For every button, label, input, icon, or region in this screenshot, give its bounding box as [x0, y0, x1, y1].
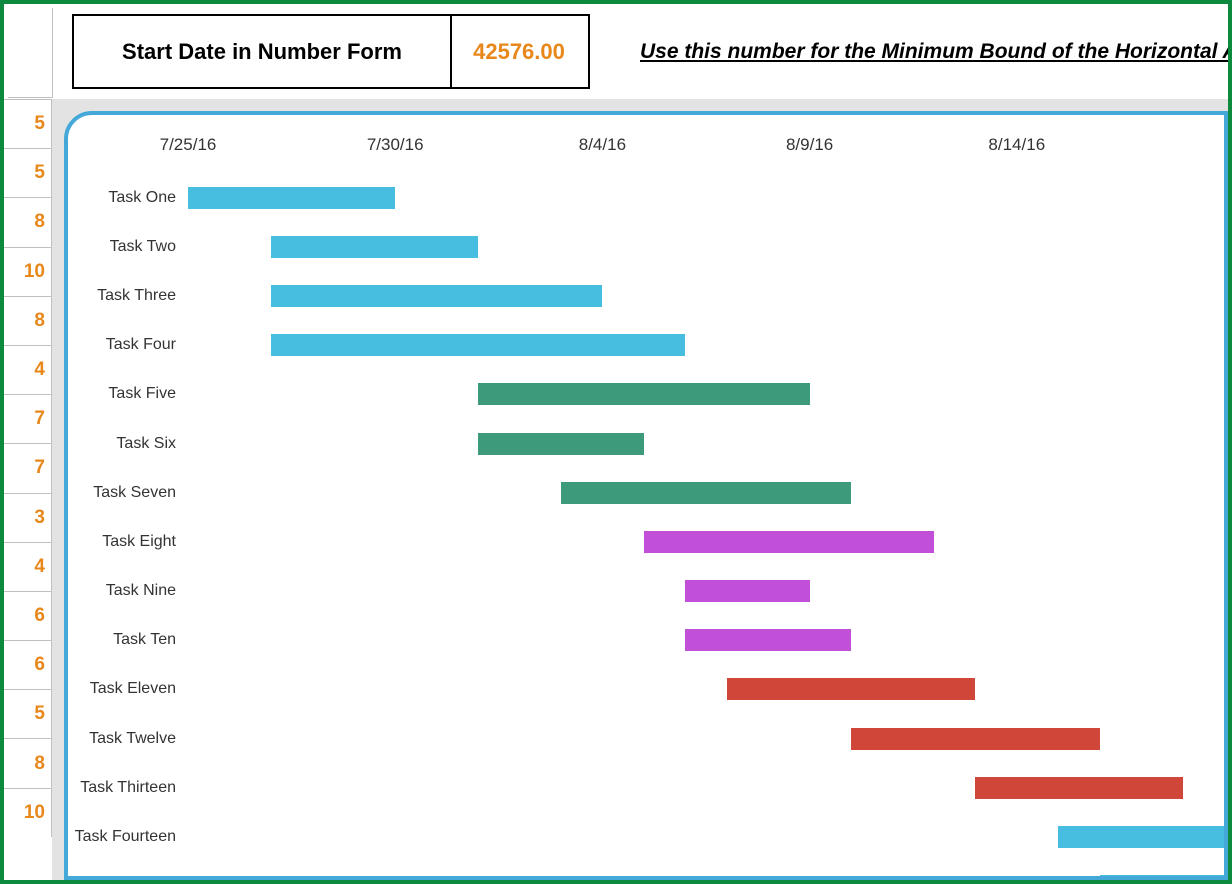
start-date-value-cell[interactable]: 42576.00: [450, 14, 590, 89]
date-axis-tick: 8/4/16: [579, 135, 626, 155]
task-row: Task Fifteen: [68, 862, 1224, 880]
bar-track: [188, 763, 1224, 812]
date-axis-tick: 8/9/16: [786, 135, 833, 155]
task-row: Task Six: [68, 419, 1224, 468]
row-header[interactable]: 8: [4, 197, 52, 246]
task-label: Task Four: [68, 336, 188, 354]
task-row: Task Seven: [68, 468, 1224, 517]
bar-track: [188, 567, 1224, 616]
task-row: Task Thirteen: [68, 763, 1224, 812]
gantt-bar[interactable]: [271, 285, 603, 307]
row-header[interactable]: 8: [4, 738, 52, 787]
instruction-text: Use this number for the Minimum Bound of…: [590, 4, 1228, 99]
task-row: Task Four: [68, 321, 1224, 370]
row-header[interactable]: 4: [4, 542, 52, 591]
task-row: Task Eleven: [68, 665, 1224, 714]
task-label: Task Thirteen: [68, 779, 188, 797]
row-header[interactable]: 5: [4, 148, 52, 197]
start-date-label: Start Date in Number Form: [122, 39, 402, 65]
gantt-tasks: Task One Task Two Task Three Task Four Task …: [68, 173, 1224, 880]
bar-track: [188, 714, 1224, 763]
task-row: Task Eight: [68, 517, 1224, 566]
bar-track: [188, 665, 1224, 714]
task-row: Task Three: [68, 271, 1224, 320]
gantt-bar[interactable]: [561, 482, 851, 504]
row-header[interactable]: 3: [4, 493, 52, 542]
bar-track: [188, 517, 1224, 566]
task-label: Task Eight: [68, 533, 188, 551]
row-header[interactable]: 5: [4, 689, 52, 738]
task-label: Task Seven: [68, 484, 188, 502]
row-header[interactable]: 5: [4, 99, 52, 148]
date-axis-tick: 7/25/16: [160, 135, 217, 155]
gantt-bar[interactable]: [188, 187, 395, 209]
gantt-bar[interactable]: [644, 531, 934, 553]
task-row: Task Fourteen: [68, 812, 1224, 861]
bar-track: [188, 222, 1224, 271]
bar-track: [188, 370, 1224, 419]
main-area: 55810847734665810 7/25/167/30/168/4/168/…: [4, 99, 1228, 880]
task-label: Task Two: [68, 238, 188, 256]
bar-track: [188, 812, 1224, 861]
date-axis: 7/25/167/30/168/4/168/9/168/14/16: [188, 135, 1224, 167]
spreadsheet-row-headers: 55810847734665810: [4, 99, 52, 880]
bar-track: [188, 862, 1224, 880]
bar-track: [188, 419, 1224, 468]
gantt-bar[interactable]: [975, 777, 1182, 799]
gantt-bar[interactable]: [727, 678, 976, 700]
row-header[interactable]: 10: [4, 788, 52, 837]
task-label: Task One: [68, 189, 188, 207]
task-label: Task Five: [68, 385, 188, 403]
bar-track: [188, 173, 1224, 222]
start-date-value: 42576.00: [473, 39, 565, 65]
bar-track: [188, 271, 1224, 320]
task-row: Task Ten: [68, 616, 1224, 665]
task-label: Task Twelve: [68, 730, 188, 748]
task-row: Task Nine: [68, 567, 1224, 616]
gantt-bar[interactable]: [271, 334, 685, 356]
task-label: Task Three: [68, 287, 188, 305]
gantt-bar[interactable]: [478, 383, 810, 405]
task-label: Task Nine: [68, 582, 188, 600]
gantt-bar[interactable]: [685, 629, 851, 651]
row-header[interactable]: 7: [4, 443, 52, 492]
gantt-bar[interactable]: [478, 433, 644, 455]
task-label: Task Six: [68, 435, 188, 453]
gantt-bar[interactable]: [271, 236, 478, 258]
start-date-label-cell: Start Date in Number Form: [72, 14, 452, 89]
task-row: Task One: [68, 173, 1224, 222]
header-area: Start Date in Number Form 42576.00 Use t…: [4, 4, 1228, 99]
gantt-bar[interactable]: [1058, 826, 1228, 848]
row-header[interactable]: 6: [4, 640, 52, 689]
row-header[interactable]: 6: [4, 591, 52, 640]
corner-blank: [8, 8, 53, 98]
task-row: Task Twelve: [68, 714, 1224, 763]
gantt-chart-panel[interactable]: 7/25/16 7/30/16 8/4/16 8/9/16 8/14/16 Task O…: [64, 111, 1228, 880]
date-axis-tick: 8/14/16: [988, 135, 1045, 155]
row-header[interactable]: 4: [4, 345, 52, 394]
task-row: Task Two: [68, 222, 1224, 271]
row-header[interactable]: 10: [4, 247, 52, 296]
row-header[interactable]: 7: [4, 394, 52, 443]
bar-track: [188, 321, 1224, 370]
bar-track: [188, 616, 1224, 665]
row-header[interactable]: 8: [4, 296, 52, 345]
chart-wrapper: 7/25/16 7/30/16 8/4/16 8/9/16 8/14/16 Task O…: [52, 99, 1228, 880]
task-label: Task Eleven: [68, 680, 188, 698]
task-label: Task Fourteen: [68, 828, 188, 846]
bar-track: [188, 468, 1224, 517]
gantt-bar[interactable]: [685, 580, 809, 602]
task-label: Task Ten: [68, 631, 188, 649]
task-label: Task Fifteen: [68, 877, 188, 880]
gantt-bar[interactable]: [851, 728, 1100, 750]
gantt-bar[interactable]: [1100, 875, 1228, 880]
date-axis-tick: 7/30/16: [367, 135, 424, 155]
task-row: Task Five: [68, 370, 1224, 419]
